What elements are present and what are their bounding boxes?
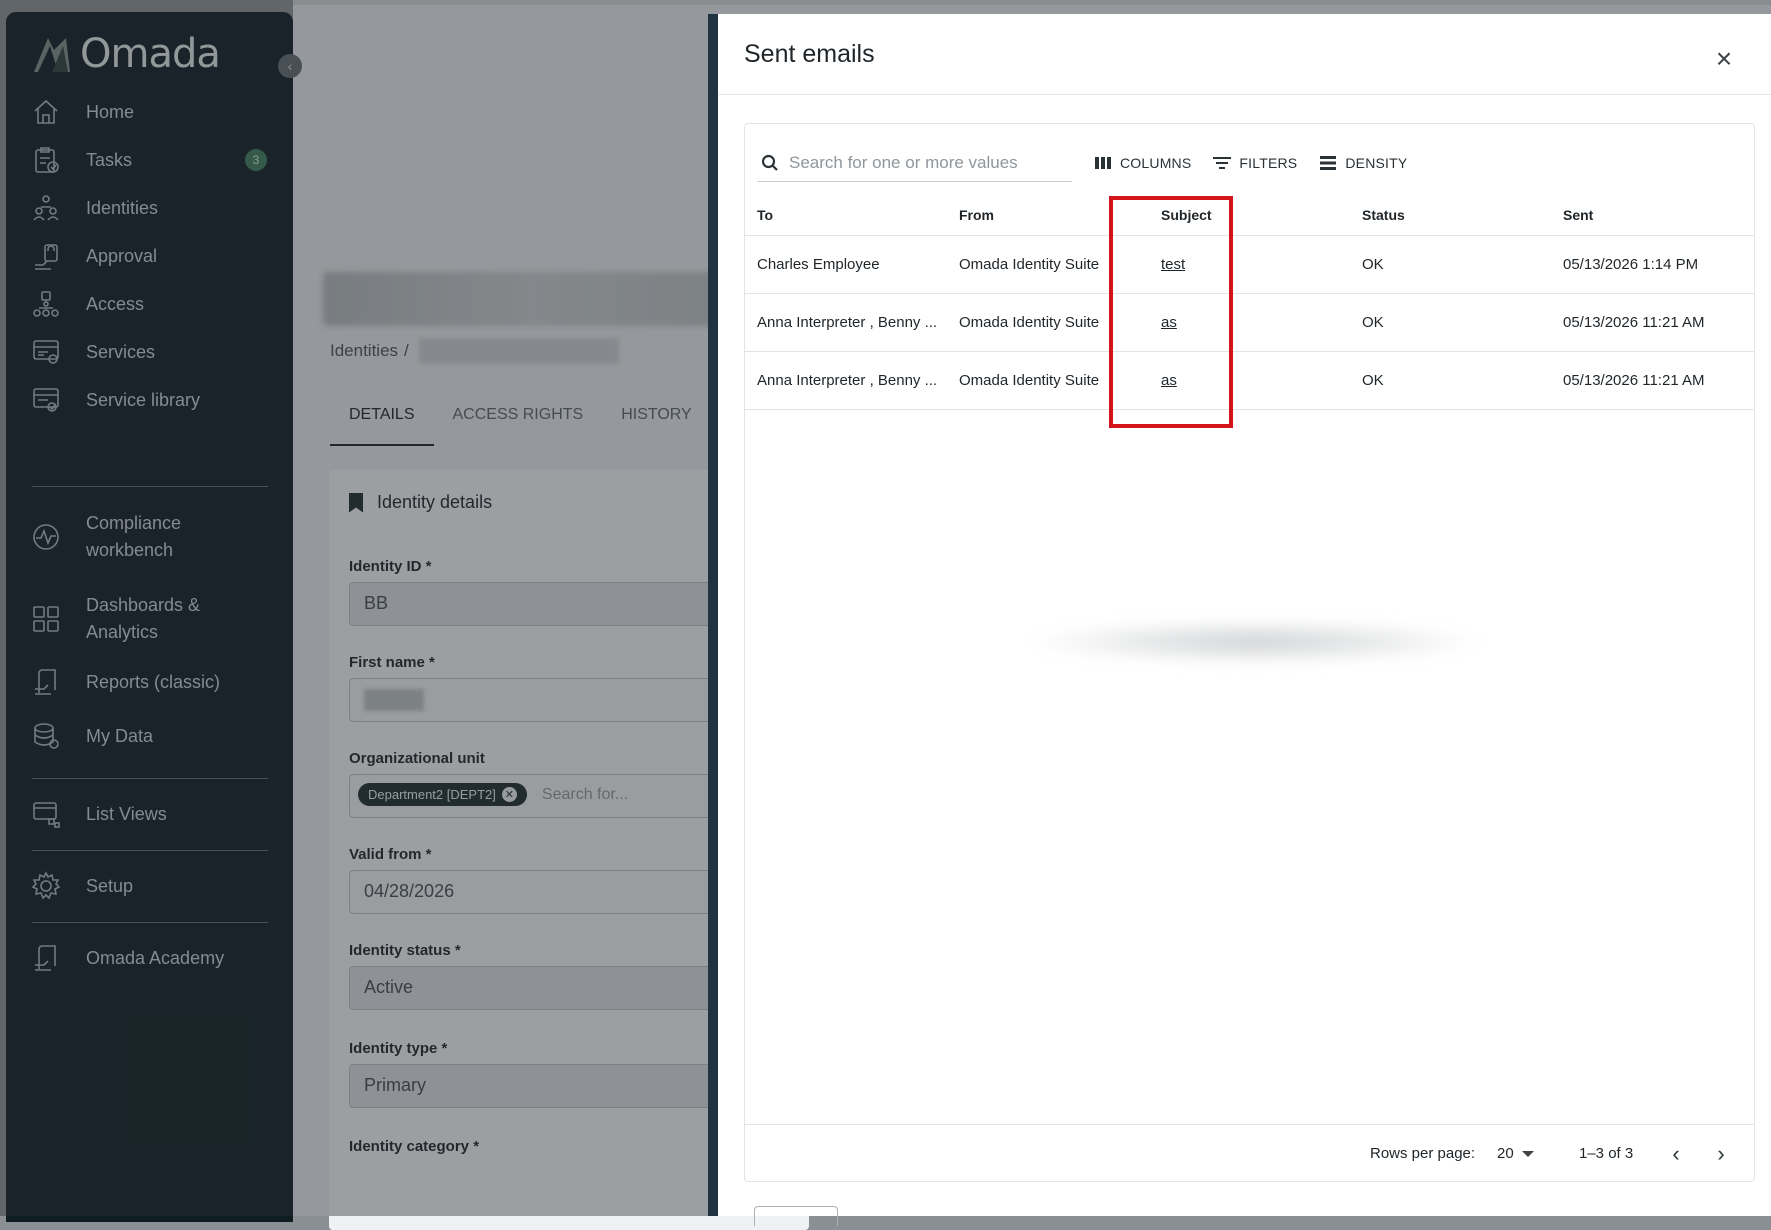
table-row[interactable]: Anna Interpreter , Benny ... Omada Ident… — [745, 294, 1754, 352]
cell-to: Anna Interpreter , Benny ... — [757, 372, 938, 389]
cell-sent: 05/13/2026 1:14 PM — [1563, 256, 1699, 273]
cell-from: Omada Identity Suite — [959, 372, 1100, 389]
table-header-row: To From Subject Status Sent — [745, 194, 1754, 236]
column-header-status[interactable]: Status — [1362, 194, 1482, 235]
density-label: DENSITY — [1345, 155, 1408, 171]
columns-label: COLUMNS — [1120, 155, 1192, 171]
filter-icon — [1213, 157, 1232, 169]
chevron-down-icon — [1521, 1150, 1534, 1157]
cell-status: OK — [1362, 256, 1384, 273]
blurred-watermark — [1025, 619, 1485, 665]
rows-per-page-select[interactable]: 20 — [1497, 1145, 1534, 1162]
close-dialog-button[interactable]: × — [1710, 43, 1738, 74]
columns-button[interactable]: COLUMNS — [1094, 154, 1191, 172]
close-icon: × — [1715, 43, 1733, 74]
chevron-right-icon: › — [1717, 1141, 1725, 1166]
cell-to: Anna Interpreter , Benny ... — [757, 314, 938, 331]
previous-page-button[interactable]: ‹ — [1661, 1139, 1691, 1169]
cell-from: Omada Identity Suite — [959, 314, 1100, 331]
sent-emails-dialog: Sent emails × Search for one or more val… — [708, 14, 1771, 1226]
grid-toolbar: Search for one or more values COLUMNS FI… — [757, 144, 1407, 182]
page-info: 1–3 of 3 — [1579, 1145, 1634, 1162]
cell-from: Omada Identity Suite — [959, 256, 1100, 273]
dialog-divider — [718, 94, 1771, 95]
column-header-to[interactable]: To — [757, 194, 942, 235]
rows-per-page-value: 20 — [1497, 1145, 1514, 1162]
search-placeholder: Search for one or more values — [789, 152, 1018, 172]
density-button[interactable]: DENSITY — [1319, 154, 1407, 172]
rows-per-page-label: Rows per page: — [1370, 1145, 1476, 1162]
filters-button[interactable]: FILTERS — [1213, 154, 1297, 172]
next-page-button[interactable]: › — [1706, 1139, 1736, 1169]
cell-to: Charles Employee — [757, 256, 880, 273]
column-header-sent[interactable]: Sent — [1563, 194, 1753, 235]
table-row[interactable]: Charles Employee Omada Identity Suite te… — [745, 236, 1754, 294]
column-header-from[interactable]: From — [959, 194, 1119, 235]
density-icon — [1320, 156, 1337, 170]
emails-table: To From Subject Status Sent Charles Empl… — [745, 194, 1754, 410]
table-row[interactable]: Anna Interpreter , Benny ... Omada Ident… — [745, 352, 1754, 410]
subject-column-highlight — [1109, 196, 1233, 428]
grid-pagination: Rows per page: 20 1–3 of 3 ‹ › — [745, 1124, 1754, 1182]
grid-search-input[interactable]: Search for one or more values — [757, 144, 1072, 182]
cell-status: OK — [1362, 314, 1384, 331]
columns-icon — [1095, 157, 1111, 169]
search-icon — [761, 154, 778, 171]
filters-label: FILTERS — [1239, 155, 1298, 171]
cell-sent: 05/13/2026 11:21 AM — [1563, 314, 1705, 331]
chevron-left-icon: ‹ — [1672, 1141, 1680, 1166]
cell-sent: 05/13/2026 11:21 AM — [1563, 372, 1705, 389]
dialog-title: Sent emails — [744, 40, 875, 68]
sent-emails-grid: Search for one or more values COLUMNS FI… — [744, 123, 1755, 1182]
cell-status: OK — [1362, 372, 1384, 389]
dialog-footer-button[interactable] — [754, 1206, 838, 1226]
